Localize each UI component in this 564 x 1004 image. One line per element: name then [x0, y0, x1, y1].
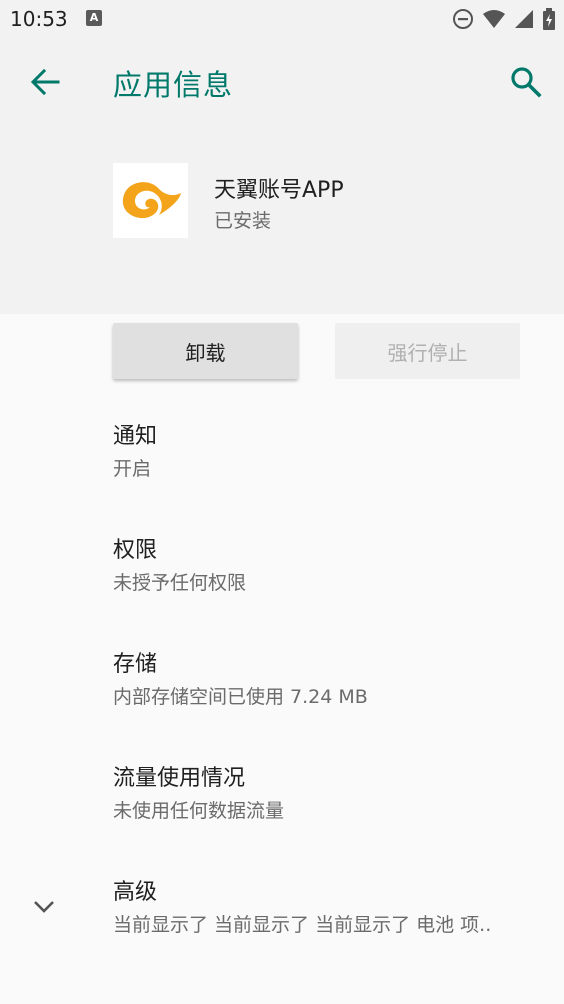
- signal-icon: [515, 10, 533, 28]
- chevron-down-icon[interactable]: [30, 896, 58, 918]
- list-item-title: 高级: [113, 880, 158, 905]
- list-item-title: 存储: [113, 652, 158, 677]
- notification-badge-icon: A: [86, 10, 102, 26]
- status-time: 10:53: [10, 7, 68, 31]
- list-item-storage[interactable]: 存储 内部存储空间已使用 7.24 MB: [113, 650, 553, 711]
- force-stop-button[interactable]: 强行停止: [335, 323, 520, 379]
- arrow-back-icon[interactable]: [28, 65, 62, 99]
- app-install-status: 已安装: [214, 210, 272, 232]
- search-icon[interactable]: [508, 64, 544, 100]
- status-icons: [452, 8, 556, 30]
- list-item-subtitle: 开启: [113, 458, 152, 480]
- tianyi-logo-icon: [122, 181, 181, 218]
- uninstall-button[interactable]: 卸载: [113, 323, 298, 379]
- wifi-icon: [483, 10, 505, 28]
- list-item-notifications[interactable]: 通知 开启: [113, 422, 553, 483]
- dnd-icon: [453, 9, 473, 29]
- list-item-subtitle: 当前显示了 当前显示了 当前显示了 电池 项..: [113, 914, 492, 936]
- list-item-subtitle: 未授予任何权限: [113, 572, 247, 594]
- list-item-title: 流量使用情况: [113, 766, 246, 791]
- list-item-data-usage[interactable]: 流量使用情况 未使用任何数据流量: [113, 764, 553, 825]
- app-name: 天翼账号APP: [214, 178, 344, 203]
- list-item-title: 权限: [113, 538, 158, 563]
- list-item-advanced[interactable]: 高级 当前显示了 当前显示了 当前显示了 电池 项..: [113, 878, 553, 939]
- app-header: 应用信息 天翼账号APP 已安装: [0, 38, 564, 314]
- page-title: 应用信息: [113, 68, 234, 102]
- list-item-subtitle: 内部存储空间已使用 7.24 MB: [113, 686, 368, 708]
- list-item-title: 通知: [113, 424, 158, 449]
- list-item-permissions[interactable]: 权限 未授予任何权限: [113, 536, 553, 597]
- app-icon: [113, 163, 188, 238]
- battery-icon: [543, 8, 555, 30]
- list-item-subtitle: 未使用任何数据流量: [113, 800, 285, 822]
- status-bar: 10:53 A: [0, 0, 564, 38]
